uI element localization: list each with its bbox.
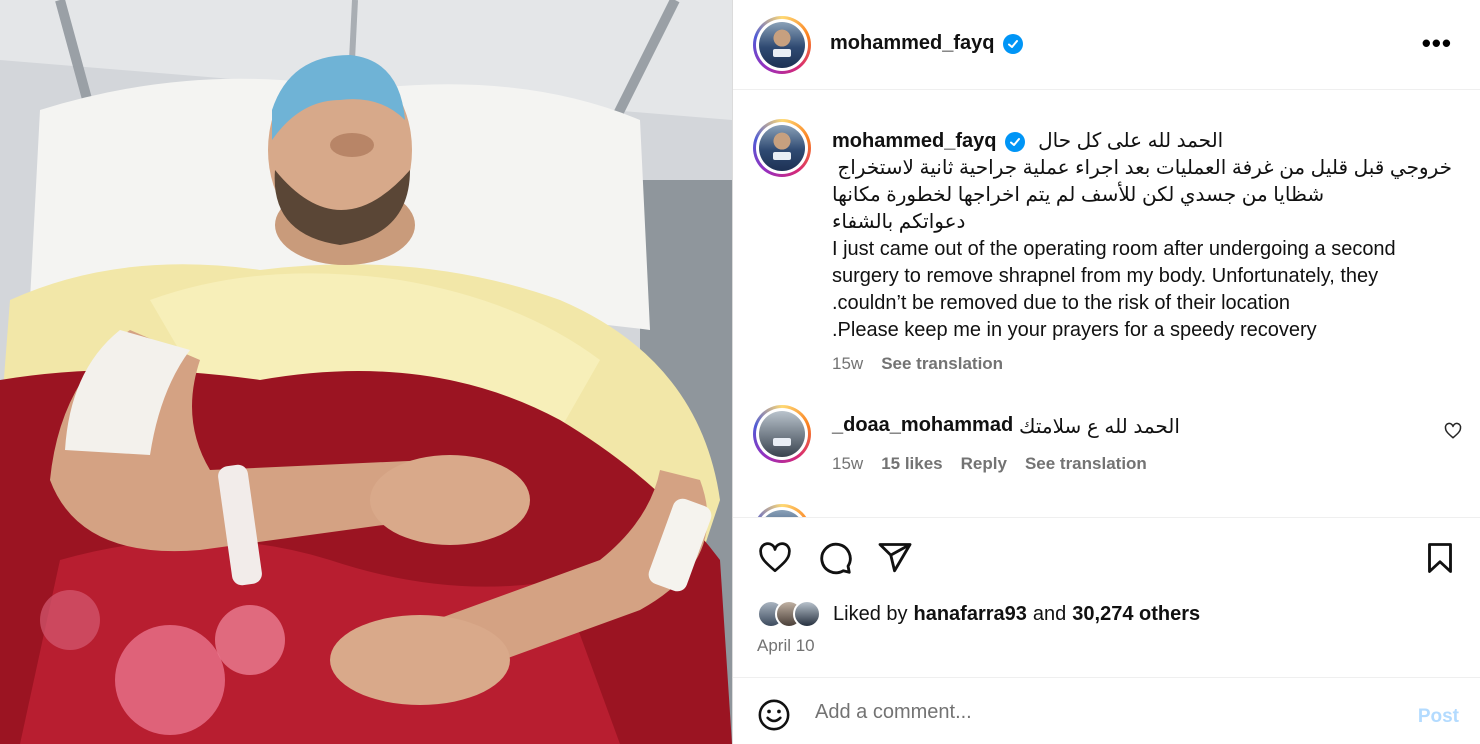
comment-see-translation[interactable]: See translation [1025, 454, 1147, 474]
comment-reply-button[interactable]: Reply [961, 454, 1007, 474]
comment-input[interactable] [815, 696, 1375, 728]
caption-line-8: .Please keep me in your prayers for a sp… [832, 319, 1317, 341]
post-header: mohammed_fayq ••• [733, 0, 1480, 90]
caption-meta: 15w See translation [832, 354, 1003, 374]
verified-badge-icon [1002, 33, 1023, 54]
comments-scroll-area[interactable]: mohammed_fayq الحمد لله على كل حال خروجي… [733, 91, 1480, 517]
post-photo[interactable] [0, 0, 732, 744]
caption-line-2: خروجي قبل قليل من غرفة العمليات بعد اجرا… [837, 157, 1452, 179]
likes-summary[interactable]: Liked by hanafarra93 and 30,274 others [757, 600, 1200, 628]
caption-time[interactable]: 15w [832, 354, 863, 374]
caption-author-label[interactable]: mohammed_fayq [832, 128, 997, 155]
comment-meta: 15w 15 likes Reply See translation [832, 454, 1147, 474]
caption-author-username[interactable]: mohammed_fayq [832, 128, 1025, 155]
caption-line-3: شظايا من جسدي لكن للأسف لم يتم اخراجها ل… [832, 184, 1325, 206]
comment-icon[interactable] [817, 540, 853, 581]
author-avatar[interactable] [753, 16, 811, 74]
add-comment-bar: Post [733, 677, 1480, 744]
caption-first-line: mohammed_fayq الحمد لله على كل حال [832, 128, 1223, 155]
comment-text: الحمد لله ع سلامتك [1019, 416, 1180, 438]
caption-line-4: دعواتكم بالشفاء [832, 211, 966, 233]
liked-by-user[interactable]: hanafarra93 [914, 603, 1027, 626]
caption-line-7: .couldn’t be removed due to the risk of … [832, 292, 1291, 314]
verified-badge-icon [1004, 131, 1025, 152]
next-comment-avatar [753, 504, 811, 517]
comment-time[interactable]: 15w [832, 454, 863, 474]
caption-line-1: الحمد لله على كل حال [1038, 130, 1224, 152]
commenter-avatar[interactable] [753, 405, 811, 463]
post-photo-illustration [0, 0, 732, 744]
post-details-panel: mohammed_fayq ••• mohammed_fayq الحمد لل… [732, 0, 1480, 744]
comment-like-heart-icon[interactable] [1444, 422, 1462, 445]
likes-and: and [1032, 602, 1067, 625]
likes-prefix: Liked by [833, 602, 908, 625]
heart-icon[interactable] [757, 540, 793, 581]
post-comment-button[interactable]: Post [1418, 706, 1459, 728]
post-date[interactable]: April 10 [757, 636, 815, 656]
commenter-username[interactable]: _doaa_mohammad [832, 414, 1013, 437]
comment-likes[interactable]: 15 likes [881, 454, 942, 474]
caption-line-6: surgery to remove shrapnel from my body.… [832, 265, 1379, 287]
author-username[interactable]: mohammed_fayq [830, 32, 1023, 55]
liker-avatars [757, 600, 827, 628]
author-username-label[interactable]: mohammed_fayq [830, 32, 995, 55]
caption-see-translation[interactable]: See translation [881, 354, 1003, 374]
instagram-post-modal: mohammed_fayq ••• mohammed_fayq الحمد لل… [0, 0, 1480, 744]
caption-line-5: I just came out of the operating room af… [832, 238, 1396, 260]
caption-author-avatar[interactable] [753, 119, 811, 177]
share-icon[interactable] [877, 540, 913, 581]
post-actions: Liked by hanafarra93 and 30,274 others A… [733, 517, 1480, 677]
more-options-icon[interactable]: ••• [1422, 30, 1452, 56]
likes-others[interactable]: 30,274 others [1072, 603, 1200, 626]
emoji-icon[interactable] [757, 698, 791, 737]
caption-text: mohammed_fayq الحمد لله على كل حال خروجي… [832, 128, 1452, 344]
bookmark-icon[interactable] [1422, 540, 1458, 581]
